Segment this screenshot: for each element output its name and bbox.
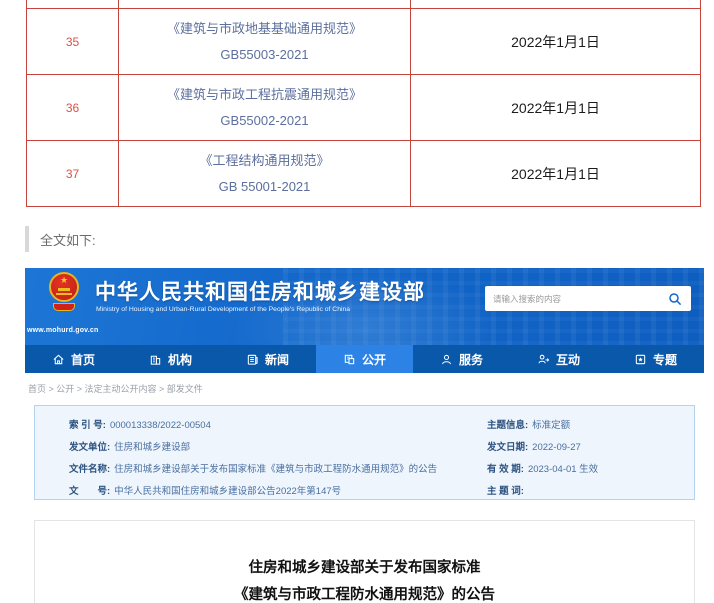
meta-value: 住房和城乡建设部关于发布国家标准《建筑与市政工程防水通用规范》的公告 — [114, 464, 438, 475]
table-row: 37 《工程结构通用规范》 GB 55001-2021 2022年1月1日 — [27, 141, 700, 207]
meta-label: 文 号: — [69, 486, 111, 497]
nav-item-home[interactable]: 首页 — [25, 345, 122, 373]
meta-label: 文件名称: — [69, 464, 111, 475]
meta-value: 住房和城乡建设部 — [114, 442, 191, 453]
standards-table: 35 《建筑与市政地基基础通用规范》 GB55003-2021 2022年1月1… — [26, 0, 701, 207]
meta-line-index: 索 引 号: 000013338/2022-00504 — [69, 415, 449, 437]
meta-label: 发文单位: — [69, 442, 111, 453]
site-title-cn: 中华人民共和国住房和城乡建设部 — [95, 281, 425, 304]
document-meta-box: 索 引 号: 000013338/2022-00504 发文单位: 住房和城乡建设部… — [34, 405, 695, 500]
effective-date: 2022年1月1日 — [511, 33, 600, 50]
announcement-title-line1: 住房和城乡建设部关于发布国家标准 — [248, 560, 481, 576]
announcement-title-line2: 《建筑与市政工程防水通用规范》的公告 — [234, 587, 495, 603]
nav-label: 首页 — [70, 352, 95, 367]
emblem-gate — [58, 288, 70, 291]
site-title-en: Ministry of Housing and Urban-Rural Deve… — [96, 306, 351, 313]
nav-label: 专题 — [652, 352, 677, 367]
nav-label: 新闻 — [264, 352, 289, 367]
standard-name: 《建筑与市政工程抗震通用规范》 — [166, 86, 362, 102]
table-cell — [119, 0, 411, 8]
table-cell — [411, 0, 700, 8]
emblem-gate — [56, 293, 72, 295]
national-emblem-icon: ★ — [47, 271, 81, 319]
search-icon — [668, 292, 682, 306]
fulltext-label: 全文如下: — [25, 226, 96, 252]
meta-line-keywords: 主 题 词: — [487, 481, 702, 503]
search-input[interactable] — [493, 293, 667, 304]
announcement-box: 住房和城乡建设部关于发布国家标准 《建筑与市政工程防水通用规范》的公告 — [34, 520, 695, 603]
nav-label: 互动 — [555, 352, 580, 367]
nav-label: 机构 — [167, 352, 192, 367]
meta-line-issue-date: 发文日期: 2022-09-27 — [487, 437, 702, 459]
effective-date: 2022年1月1日 — [511, 99, 600, 116]
site-header: ★ www.mohurd.gov.cn 中华人民共和国住房和城乡建设部 Mini… — [25, 268, 704, 345]
search-box — [485, 286, 691, 311]
meta-label: 发文日期: — [487, 442, 529, 453]
standard-code: GB 55001-2021 — [218, 178, 311, 194]
meta-label: 有 效 期: — [487, 464, 524, 475]
emblem-star: ★ — [59, 275, 69, 285]
site-url: www.mohurd.gov.cn — [27, 327, 99, 334]
emblem-circle: ★ — [49, 272, 79, 302]
ministry-site: ★ www.mohurd.gov.cn 中华人民共和国住房和城乡建设部 Mini… — [25, 268, 704, 603]
meta-value: 2023-04-01 生效 — [527, 464, 599, 475]
table-row: 36 《建筑与市政工程抗震通用规范》 GB55002-2021 2022年1月1… — [27, 75, 700, 141]
meta-value: 中华人民共和国住房和城乡建设部公告2022年第147号 — [114, 486, 342, 497]
breadcrumb[interactable]: 首页 > 公开 > 法定主动公开内容 > 部发文件 — [25, 373, 704, 395]
news-icon — [246, 353, 259, 366]
organization-icon — [149, 353, 162, 366]
meta-value: 000013338/2022-00504 — [109, 420, 211, 431]
standard-code: GB55003-2021 — [220, 46, 309, 62]
disclosure-icon — [343, 353, 356, 366]
page: 35 《建筑与市政地基基础通用规范》 GB55003-2021 2022年1月1… — [0, 0, 714, 603]
search-button[interactable] — [667, 291, 683, 307]
table-row-partial — [27, 0, 700, 9]
nav-label: 服务 — [458, 352, 483, 367]
meta-value: 2022-09-27 — [532, 442, 581, 453]
nav-label: 公开 — [361, 352, 386, 367]
meta-line-issuer: 发文单位: 住房和城乡建设部 — [69, 437, 449, 459]
nav-item-organization[interactable]: 机构 — [122, 345, 219, 373]
standard-name-cell: 《工程结构通用规范》 GB 55001-2021 — [119, 141, 411, 206]
standard-code: GB55002-2021 — [220, 112, 309, 128]
meta-label: 主 题 词: — [487, 486, 524, 497]
home-icon — [52, 353, 65, 366]
meta-column-left: 索 引 号: 000013338/2022-00504 发文单位: 住房和城乡建设部… — [69, 415, 449, 503]
nav-item-service[interactable]: 服务 — [413, 345, 510, 373]
nav-item-topics[interactable]: 专题 — [607, 345, 704, 373]
emblem-ribbon — [53, 303, 75, 311]
meta-line-docnumber: 文 号: 中华人民共和国住房和城乡建设部公告2022年第147号 — [69, 481, 449, 503]
topics-icon — [634, 353, 647, 366]
standard-name: 《建筑与市政地基基础通用规范》 — [166, 20, 362, 36]
meta-line-validity: 有 效 期: 2023-04-01 生效 — [487, 459, 702, 481]
service-icon — [440, 353, 453, 366]
site-nav: 首页 机构 新闻 公开 服务 互动 专题 — [25, 345, 704, 373]
row-number: 37 — [27, 141, 119, 206]
effective-date: 2022年1月1日 — [511, 165, 600, 182]
meta-column-right: 主题信息: 标准定额 发文日期: 2022-09-27 有 效 期: 2023-04-… — [487, 415, 702, 503]
meta-label: 索 引 号: — [69, 420, 106, 431]
row-number: 36 — [27, 75, 119, 140]
row-number: 35 — [27, 9, 119, 74]
table-row: 35 《建筑与市政地基基础通用规范》 GB55003-2021 2022年1月1… — [27, 9, 700, 75]
standard-name-cell: 《建筑与市政地基基础通用规范》 GB55003-2021 — [119, 9, 411, 74]
standard-name-cell: 《建筑与市政工程抗震通用规范》 GB55002-2021 — [119, 75, 411, 140]
interaction-icon — [537, 353, 550, 366]
standard-name: 《工程结构通用规范》 — [199, 152, 330, 168]
meta-line-docname: 文件名称: 住房和城乡建设部关于发布国家标准《建筑与市政工程防水通用规范》的公告 — [69, 459, 449, 481]
meta-line-topic-info: 主题信息: 标准定额 — [487, 415, 702, 437]
nav-item-disclosure[interactable]: 公开 — [316, 345, 413, 373]
meta-value: 标准定额 — [532, 420, 571, 431]
nav-item-news[interactable]: 新闻 — [219, 345, 316, 373]
table-cell — [27, 0, 119, 8]
meta-label: 主题信息: — [487, 420, 529, 431]
nav-item-interaction[interactable]: 互动 — [510, 345, 607, 373]
